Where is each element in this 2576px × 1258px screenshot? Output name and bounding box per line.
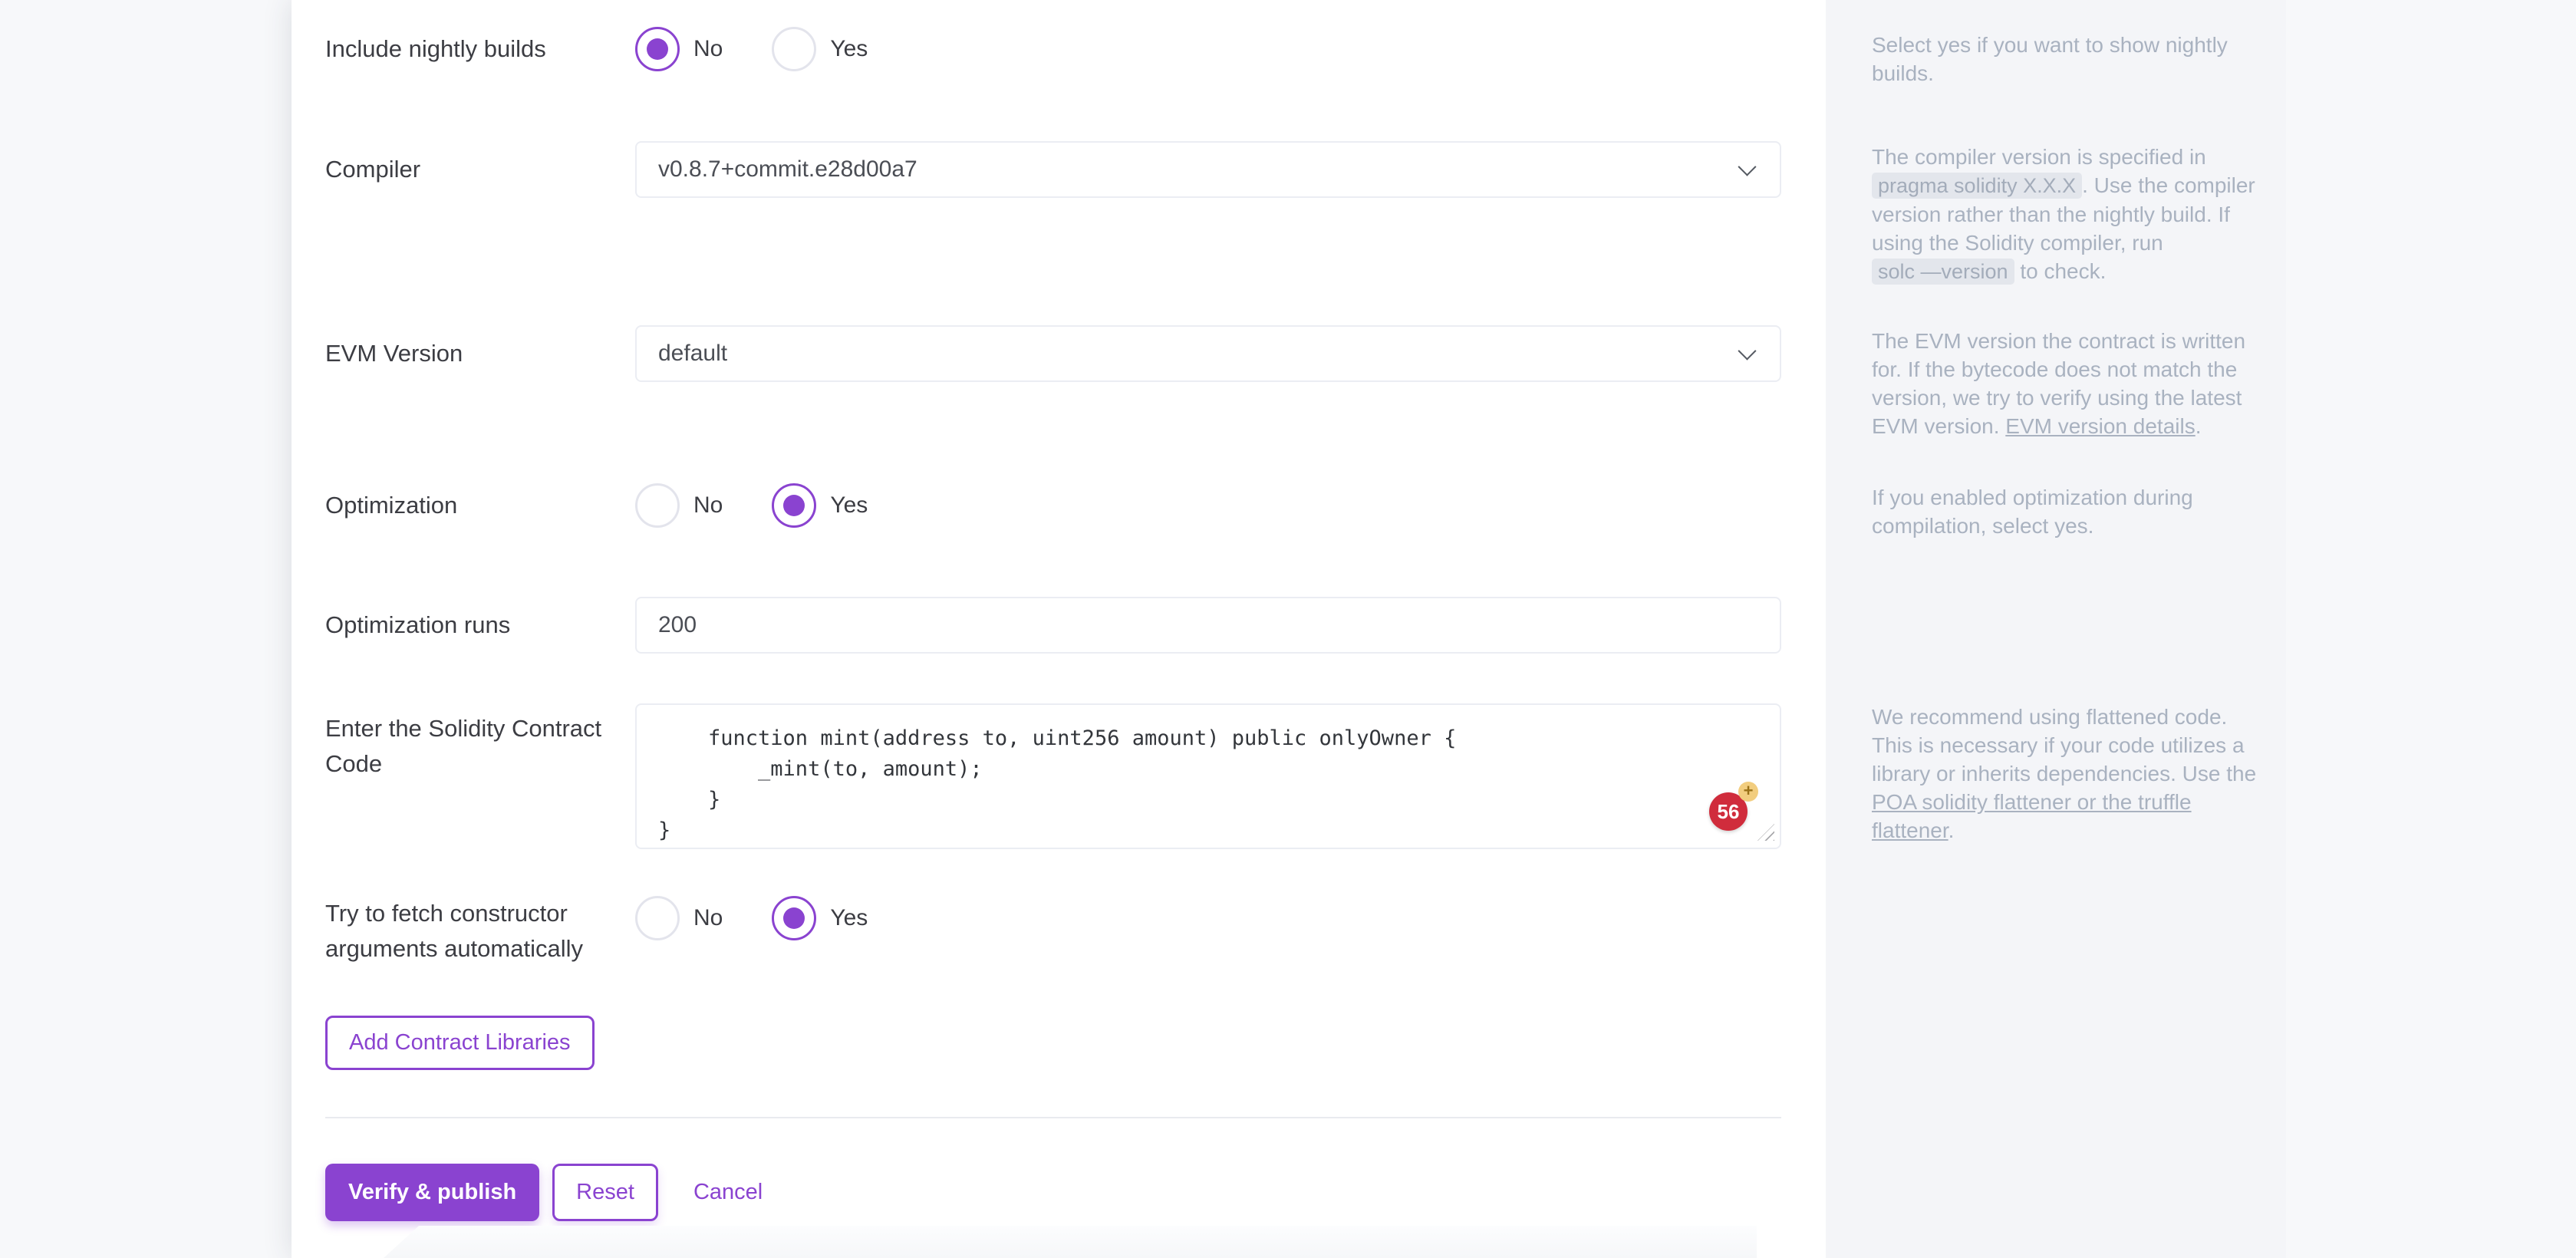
radio-unchecked-icon[interactable]: [772, 27, 816, 71]
fetch-args-yes-label[interactable]: Yes: [830, 905, 868, 931]
field-include-nightly-builds: Include nightly builds No Yes: [325, 26, 1781, 72]
verify-contract-form: Include nightly builds No Yes Compiler v…: [292, 0, 1826, 1258]
pragma-code-chip: pragma solidity X.X.X: [1872, 173, 2082, 199]
solc-version-code-chip: solc —version: [1872, 259, 2014, 285]
nightly-builds-help: Select yes if you want to show nightly b…: [1872, 31, 2259, 87]
field-compiler: Compiler v0.8.7+commit.e28d00a7: [325, 141, 1781, 198]
page-background-right: [2286, 0, 2576, 1258]
radio-dot: [783, 495, 805, 516]
extension-plus-badge: +: [1738, 782, 1758, 802]
nightly-builds-label: Include nightly builds: [325, 31, 635, 67]
evm-version-select[interactable]: default: [635, 325, 1781, 382]
nightly-yes-option[interactable]: Yes: [772, 27, 868, 71]
reset-button[interactable]: Reset: [552, 1164, 658, 1221]
radio-unchecked-icon[interactable]: [635, 483, 680, 528]
cancel-button[interactable]: Cancel: [693, 1180, 763, 1205]
form-actions: Verify & publish Reset Cancel: [325, 1164, 1781, 1221]
evm-version-details-link[interactable]: EVM version details: [2005, 414, 2195, 438]
content-sheet: Include nightly builds No Yes Compiler v…: [292, 0, 2286, 1258]
fetch-args-no-option[interactable]: No: [635, 896, 723, 940]
field-fetch-constructor-args: Try to fetch constructor arguments autom…: [325, 896, 1781, 988]
footer-background-shape: [384, 1226, 1757, 1258]
fetch-args-yes-option[interactable]: Yes: [772, 896, 868, 940]
page-background-left: [0, 0, 292, 1258]
chevron-down-icon: [1738, 158, 1756, 176]
field-contract-code: Enter the Solidity Contract Code functio…: [325, 703, 1781, 849]
field-optimization: Optimization No Yes: [325, 482, 1781, 529]
optimization-runs-input[interactable]: [635, 597, 1781, 654]
radio-checked-icon[interactable]: [772, 896, 816, 940]
add-contract-libraries-button[interactable]: Add Contract Libraries: [325, 1016, 595, 1070]
chevron-down-icon: [1738, 342, 1756, 361]
optimization-no-option[interactable]: No: [635, 483, 723, 528]
radio-dot: [647, 38, 668, 60]
optimization-label: Optimization: [325, 488, 635, 523]
optimization-yes-option[interactable]: Yes: [772, 483, 868, 528]
compiler-help: The compiler version is specified in pra…: [1872, 143, 2259, 286]
evm-version-help: The EVM version the contract is written …: [1872, 327, 2259, 440]
evm-selected-value: default: [658, 341, 727, 367]
optimization-no-label[interactable]: No: [693, 492, 723, 519]
optimization-radio-group: No Yes: [635, 483, 1781, 528]
section-divider: [325, 1117, 1781, 1118]
nightly-no-option[interactable]: No: [635, 27, 723, 71]
nightly-builds-radio-group: No Yes: [635, 27, 1781, 71]
optimization-help: If you enabled optimization during compi…: [1872, 483, 2259, 540]
compiler-label: Compiler: [325, 152, 635, 187]
field-optimization-runs: Optimization runs: [325, 597, 1781, 654]
field-evm-version: EVM Version default: [325, 325, 1781, 382]
compiler-select[interactable]: v0.8.7+commit.e28d00a7: [635, 141, 1781, 198]
compiler-selected-value: v0.8.7+commit.e28d00a7: [658, 156, 917, 183]
optimization-yes-label[interactable]: Yes: [830, 492, 868, 519]
radio-unchecked-icon[interactable]: [635, 896, 680, 940]
fetch-args-radio-group: No Yes: [635, 896, 1781, 940]
radio-dot: [783, 907, 805, 929]
nightly-yes-label[interactable]: Yes: [830, 36, 868, 62]
fetch-args-no-label[interactable]: No: [693, 905, 723, 931]
contract-code-label: Enter the Solidity Contract Code: [325, 703, 635, 782]
verify-publish-button[interactable]: Verify & publish: [325, 1164, 539, 1221]
optimization-runs-label: Optimization runs: [325, 608, 635, 643]
fetch-args-label: Try to fetch constructor arguments autom…: [325, 896, 635, 967]
contract-code-textarea[interactable]: function mint(address to, uint256 amount…: [635, 703, 1781, 849]
radio-checked-icon[interactable]: [772, 483, 816, 528]
help-sidebar: Select yes if you want to show nightly b…: [1826, 0, 2286, 1258]
nightly-no-label[interactable]: No: [693, 36, 723, 62]
evm-version-label: EVM Version: [325, 336, 635, 371]
contract-code-help: We recommend using flattened code. This …: [1872, 703, 2259, 845]
radio-checked-icon[interactable]: [635, 27, 680, 71]
flattener-link[interactable]: POA solidity flattener or the truffle fl…: [1872, 790, 2192, 842]
